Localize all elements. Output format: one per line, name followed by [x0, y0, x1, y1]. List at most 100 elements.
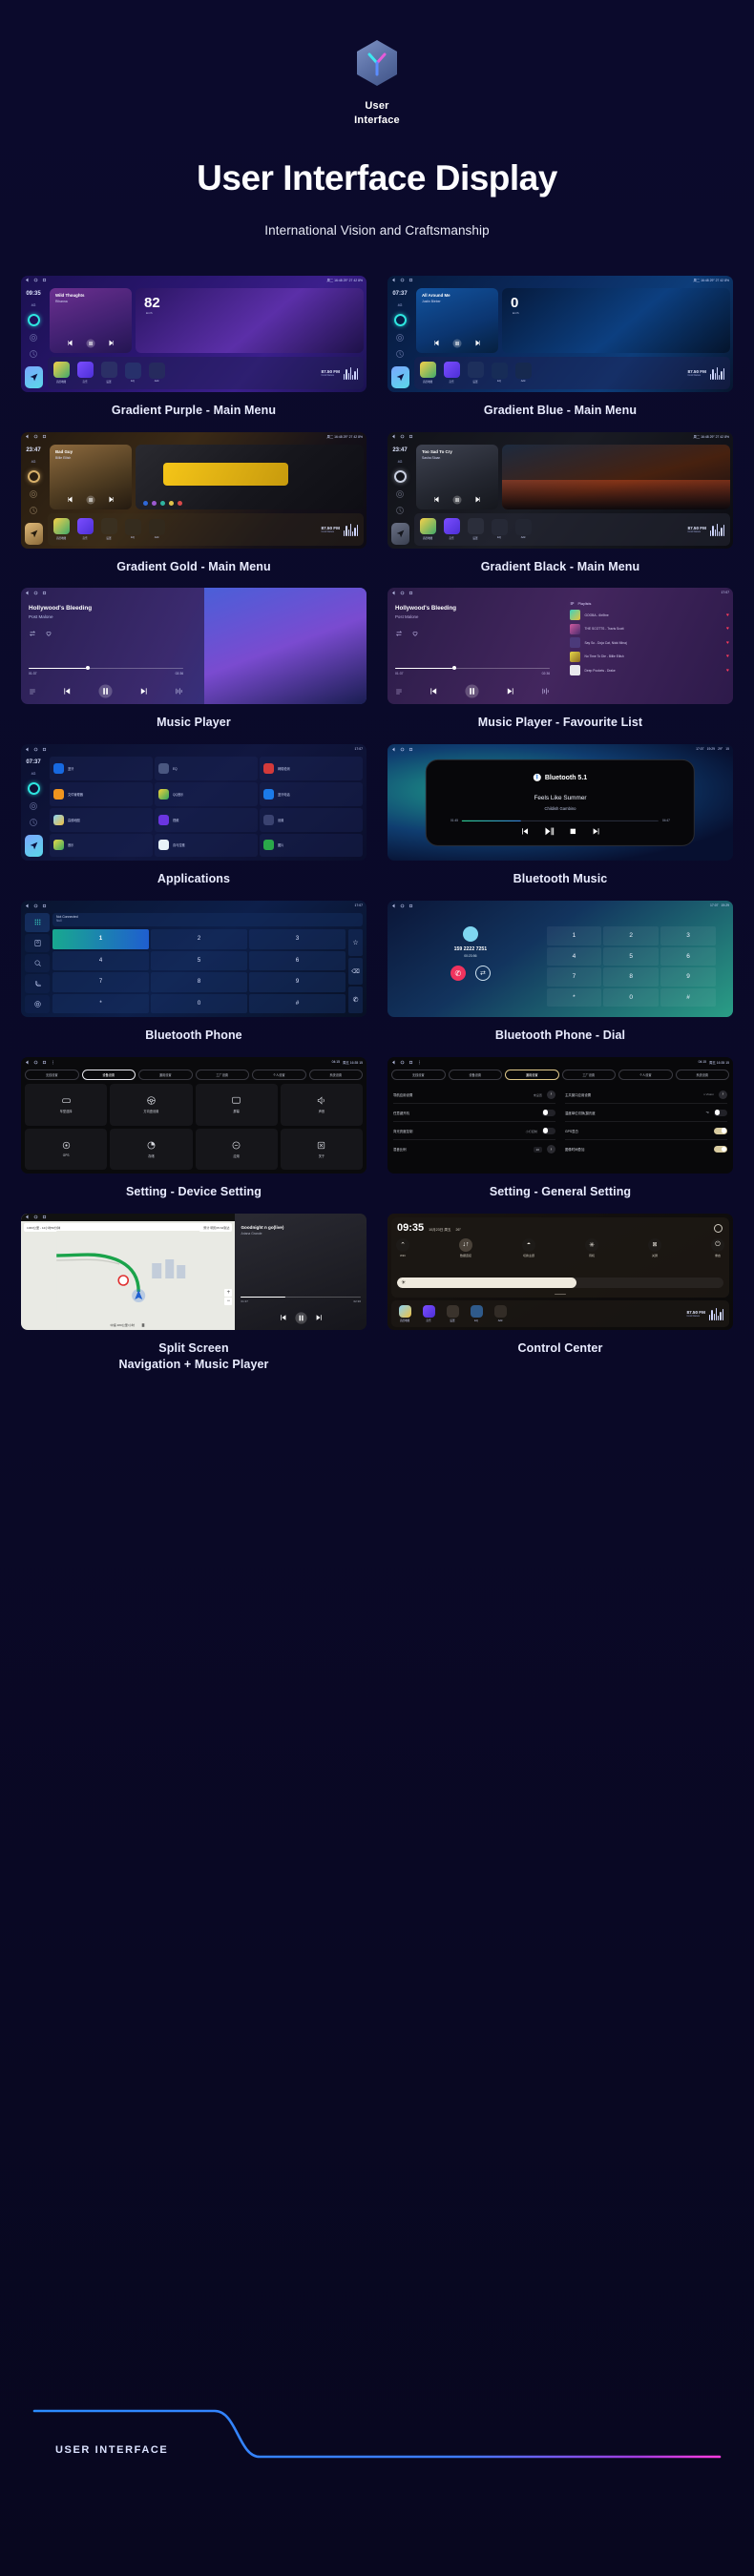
settings-gear-icon[interactable] [395, 489, 405, 499]
screenshot-bluetooth-phone[interactable]: 17:07 Not Connected Null 1 2 3 4 5 6 7 8… [21, 901, 367, 1018]
add-app-icon[interactable] [148, 362, 165, 379]
screenshot-applications[interactable]: 17:07 07:37 4G 蓝牙 EQ 网络检测 文件管理器 QQ音乐 蓝牙电… [21, 744, 367, 862]
sidebar-item-settings[interactable] [25, 994, 50, 1014]
app-tile[interactable]: QQ音乐 [155, 782, 258, 806]
screenshot-bluetooth-music[interactable]: 17:07 19:29 29° 15 ᛒ Bluetooth 5.1 Feels… [387, 744, 733, 862]
pause-icon[interactable] [140, 1322, 146, 1328]
toggle-off[interactable] [542, 1109, 555, 1116]
tab-general[interactable]: 通用设置 [138, 1070, 193, 1081]
dock-app[interactable]: Add [146, 362, 167, 383]
power-icon[interactable] [29, 506, 38, 515]
settings-rows[interactable]: 导航应用设置 未设置 › 任意键开机 背光亮度控制 小灯控制 混音比例 10 › 主共窗口… [393, 1086, 727, 1171]
dock-app[interactable]: EQ [489, 362, 510, 383]
music-pane[interactable]: Goodnight n go(live) Ariana Grande 01:37… [235, 1213, 367, 1330]
settings-app-icon[interactable] [467, 362, 484, 379]
settings-row[interactable]: 混音比例 10 › [393, 1140, 555, 1158]
dial-key[interactable]: # [660, 987, 716, 1008]
dial-keypad[interactable]: 1 2 3 4 5 6 7 8 9 * 0 # [546, 926, 716, 1008]
navigation-shortcut-button[interactable] [24, 522, 43, 545]
track-actions[interactable] [29, 630, 52, 637]
call-actions[interactable]: ✆ ⇄ [408, 966, 533, 982]
playlist-icon[interactable] [395, 688, 403, 696]
progress-thumb[interactable] [451, 666, 456, 671]
back-icon[interactable] [391, 434, 396, 439]
dial-key[interactable]: 7 [546, 967, 602, 987]
app-dock[interactable]: 高德地图 音乐 设置 EQ Add 87.50 FM Cool Dance [48, 512, 364, 546]
back-icon[interactable] [391, 747, 396, 752]
zoom-in-icon[interactable]: + [224, 1288, 233, 1297]
tab-wireless[interactable]: 无线设置 [25, 1070, 79, 1081]
split-controls[interactable] [235, 1312, 367, 1324]
previous-icon[interactable] [67, 496, 73, 503]
next-icon[interactable] [315, 1314, 323, 1321]
home-icon[interactable] [400, 904, 405, 908]
fm-radio-widget[interactable]: 87.50 FM Cool Dance [322, 523, 361, 536]
home-icon[interactable] [33, 434, 38, 439]
recents-icon[interactable] [42, 1215, 47, 1219]
settings-row[interactable]: 图像时间叠加 [565, 1140, 727, 1158]
map-zoom-controls[interactable]: + − [224, 1288, 233, 1305]
recents-icon[interactable] [42, 747, 47, 752]
pause-icon[interactable] [452, 339, 462, 348]
home-icon[interactable] [400, 434, 405, 439]
app-tile[interactable]: 蓝牙电话 [260, 782, 363, 806]
screenshot-gradient-blue[interactable]: 周二 16:48 29° 27 42 8% 07:37 4G All Aroun… [387, 275, 733, 392]
maps-app-icon[interactable] [52, 362, 70, 379]
home-icon[interactable] [33, 1060, 38, 1065]
screenshot-gradient-gold[interactable]: 周二 16:48 29° 27 42 8% 23:47 4G Bad Guy B… [21, 431, 367, 549]
dock-app[interactable]: EQ [489, 518, 510, 539]
dock-app[interactable]: 设置 [442, 1304, 463, 1322]
tab-personal[interactable]: 个人设置 [252, 1070, 306, 1081]
dial-key[interactable]: 8 [151, 972, 247, 992]
add-app-icon[interactable] [493, 1305, 507, 1319]
music-app-icon[interactable] [76, 362, 94, 379]
widget-controls[interactable] [416, 339, 498, 348]
dial-key[interactable]: 4 [546, 946, 602, 966]
home-icon[interactable] [400, 591, 405, 595]
home-icon[interactable] [33, 747, 38, 752]
app-grid[interactable]: 蓝牙 EQ 网络检测 文件管理器 QQ音乐 蓝牙电话 高德地图 视频 设置 音乐… [50, 757, 363, 858]
favourite-heart-icon[interactable]: ♥ [726, 654, 729, 659]
hangup-icon[interactable]: ✆ [450, 966, 466, 982]
next-icon[interactable] [474, 496, 481, 503]
settings-row[interactable]: 导航应用设置 未设置 › [393, 1086, 555, 1105]
app-tile[interactable]: 音乐 [50, 833, 153, 858]
tab-factory[interactable]: 工厂设置 [195, 1070, 249, 1081]
dial-key[interactable]: * [52, 993, 149, 1014]
favourite-heart-icon[interactable] [45, 630, 52, 637]
progress-thumb[interactable] [85, 666, 90, 671]
tab-general[interactable]: 通用设置 [505, 1070, 559, 1081]
card-bluetooth-dial[interactable]: 17:07 19:29 159 2222 7251 00:23:56 ✆ ⇄ 1… [387, 901, 733, 1044]
playlist-panel[interactable]: Playlists GOOBA - 6ix9ine ♥ THE SCOTTS -… [570, 601, 729, 676]
back-icon[interactable] [391, 1060, 396, 1065]
settings-row[interactable]: 主共窗口应用设置 s Vision › [565, 1086, 727, 1105]
favourite-heart-icon[interactable] [411, 630, 419, 637]
toggle-theme[interactable]: ◓ 切换主题 [522, 1237, 535, 1257]
previous-icon[interactable] [429, 687, 438, 696]
app-tile[interactable]: 高德地图 [50, 807, 153, 832]
power-icon[interactable] [395, 349, 405, 359]
playlist-icon[interactable] [29, 688, 36, 696]
dial-key[interactable]: 8 [603, 967, 660, 987]
play-pause-icon[interactable] [543, 826, 554, 837]
settings-tile[interactable]: 车型选择 [25, 1084, 108, 1126]
playlist-row[interactable]: No Time To Die - Billie Eilish ♥ [570, 651, 729, 662]
widget-controls[interactable] [416, 495, 498, 505]
navigation-shortcut-button[interactable] [390, 522, 409, 545]
tab-system[interactable]: 系统设置 [675, 1070, 729, 1081]
speed-widget[interactable]: 82 km/h [136, 287, 364, 353]
music-app-icon[interactable] [443, 518, 460, 535]
screenshot-control-center[interactable]: 09:35 10月23日 周五 26° ⌃ WiFi ↓↑ 数据连接 ◓ 切换主题 ✳… [387, 1213, 733, 1330]
previous-icon[interactable] [433, 340, 440, 346]
card-gradient-gold[interactable]: 周二 16:48 29° 27 42 8% 23:47 4G Bad Guy B… [21, 431, 367, 575]
bt-progress-track[interactable] [462, 820, 659, 821]
chevron-right-icon[interactable]: › [719, 1090, 727, 1099]
card-bluetooth-phone[interactable]: 17:07 Not Connected Null 1 2 3 4 5 6 7 8… [21, 901, 367, 1044]
toggle-screen-off[interactable]: ⊠ 关屏 [648, 1237, 661, 1257]
dial-key[interactable]: 7 [52, 972, 149, 992]
dock-app[interactable]: Add [513, 518, 534, 539]
dial-key[interactable]: 6 [249, 950, 346, 971]
maps-app-icon[interactable] [398, 1304, 411, 1318]
settings-tile[interactable]: 屏幕 [195, 1084, 278, 1126]
dial-key[interactable]: 0 [151, 993, 247, 1014]
